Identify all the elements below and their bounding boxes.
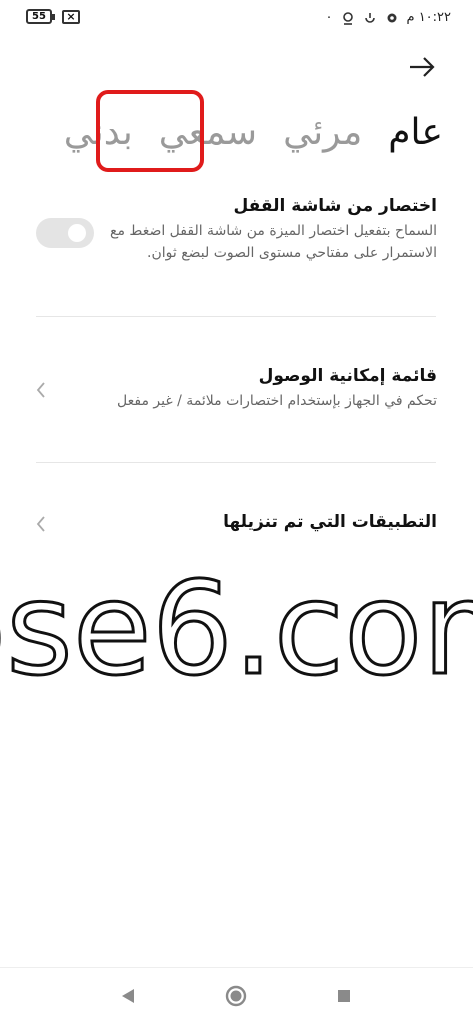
- navigation-bar: [0, 967, 473, 1024]
- tab-visual[interactable]: مرئي: [283, 112, 362, 153]
- nav-home-icon[interactable]: [224, 984, 248, 1008]
- status-time: ١٠:٢٢ م: [406, 10, 452, 25]
- accessibility-menu-title: قائمة إمكانية الوصول: [258, 366, 437, 386]
- setting-accessibility-menu[interactable]: قائمة إمكانية الوصول تحكم في الجهاز بإست…: [32, 366, 437, 412]
- chevron-left-icon[interactable]: [34, 514, 48, 534]
- watermark-text: bse6.com: [0, 555, 473, 698]
- back-arrow-icon[interactable]: [407, 52, 437, 82]
- chevron-left-icon[interactable]: [34, 380, 48, 400]
- battery-level: 55: [32, 11, 46, 22]
- status-left: 55 ×: [26, 9, 80, 24]
- lock-shortcut-toggle[interactable]: [36, 218, 94, 248]
- sync-icon: [364, 12, 375, 23]
- watermark-logo: bse6.com: [0, 554, 473, 699]
- setting-downloaded-apps[interactable]: التطبيقات التي تم تنزيلها: [32, 512, 437, 532]
- status-bar: 55 × ٠ ١٠:٢٢ م: [0, 0, 473, 40]
- status-right: ٠ ١٠:٢٢ م: [326, 10, 451, 25]
- highlight-annotation: [96, 90, 204, 172]
- divider: [36, 462, 436, 463]
- settings-gear-icon: [387, 13, 396, 22]
- divider: [36, 316, 436, 317]
- accessibility-menu-description: تحكم في الجهاز بإستخدام اختصارات ملائمة …: [117, 393, 437, 409]
- status-extra: ٠: [325, 10, 333, 25]
- tab-general[interactable]: عام: [388, 112, 443, 153]
- no-sim-icon: ×: [62, 9, 80, 24]
- lock-shortcut-description: السماح بتفعيل اختصار الميزة من شاشة القف…: [110, 223, 437, 261]
- battery-icon: 55: [26, 9, 55, 24]
- location-icon: [342, 11, 353, 25]
- downloaded-apps-title: التطبيقات التي تم تنزيلها: [223, 512, 437, 532]
- nav-recents-icon[interactable]: [332, 984, 356, 1008]
- lock-shortcut-title: اختصار من شاشة القفل: [233, 196, 437, 216]
- nav-back-icon[interactable]: [116, 984, 140, 1008]
- toggle-knob: [68, 224, 86, 242]
